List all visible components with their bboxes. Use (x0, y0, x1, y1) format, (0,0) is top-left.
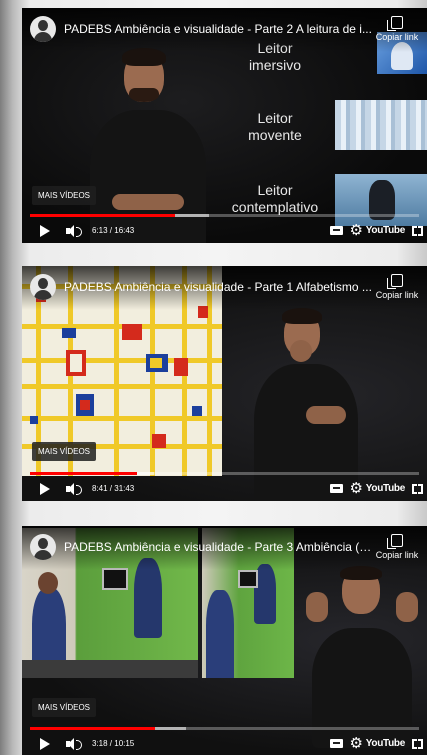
progress-bar[interactable] (30, 214, 419, 217)
copy-link-button[interactable]: Copiar link (371, 274, 423, 300)
channel-avatar[interactable] (30, 274, 56, 300)
fullscreen-icon[interactable] (412, 484, 423, 494)
video-title[interactable]: PADEBS Ambiência e visualidade - Parte 2… (64, 22, 375, 36)
play-icon[interactable] (40, 483, 50, 495)
copy-link-label: Copiar link (375, 550, 419, 560)
video-player-2[interactable]: PADEBS Ambiência e visualidade - Parte 1… (22, 266, 427, 501)
played-bar (30, 214, 175, 217)
copy-link-button[interactable]: Copiar link (371, 534, 423, 560)
fullscreen-icon[interactable] (412, 739, 423, 749)
settings-gear-icon[interactable]: ⚙ (350, 223, 363, 238)
progress-bar[interactable] (30, 727, 419, 730)
play-icon[interactable] (40, 225, 50, 237)
video-player-1[interactable]: PADEBS Ambiência e visualidade - Parte 2… (22, 8, 427, 243)
copy-link-label: Copiar link (375, 290, 419, 300)
title-bar: PADEBS Ambiência e visualidade - Parte 1… (22, 266, 427, 310)
control-bar: 6:13 / 16:43 ⚙ YouTube (22, 219, 427, 243)
copy-link-button[interactable]: Copiar link (371, 16, 423, 42)
sign-language-interpreter (292, 566, 427, 748)
youtube-logo[interactable]: YouTube (366, 738, 406, 749)
label-leitor-movente: Leitor movente (248, 110, 302, 143)
subtitles-icon[interactable] (330, 739, 343, 748)
volume-icon[interactable] (66, 483, 82, 495)
settings-gear-icon[interactable]: ⚙ (350, 481, 363, 496)
time-display: 6:13 / 16:43 (92, 226, 135, 235)
youtube-logo[interactable]: YouTube (366, 225, 406, 236)
copy-link-label: Copiar link (375, 32, 419, 42)
channel-avatar[interactable] (30, 534, 56, 560)
video-title[interactable]: PADEBS Ambiência e visualidade - Parte 1… (64, 280, 375, 294)
video-player-3[interactable]: PADEBS Ambiência e visualidade - Parte 3… (22, 526, 427, 755)
more-videos-button[interactable]: MAIS VÍDEOS (32, 186, 97, 205)
volume-icon[interactable] (66, 738, 82, 750)
youtube-logo[interactable]: YouTube (366, 483, 406, 494)
copy-icon (387, 16, 403, 31)
progress-bar[interactable] (30, 472, 419, 475)
control-bar: 8:41 / 31:43 ⚙ YouTube (22, 477, 427, 501)
more-videos-button[interactable]: MAIS VÍDEOS (32, 698, 97, 717)
volume-icon[interactable] (66, 225, 82, 237)
time-display: 8:41 / 31:43 (92, 484, 135, 493)
control-bar: 3:18 / 10:15 ⚙ YouTube (22, 732, 427, 755)
subtitles-icon[interactable] (330, 484, 343, 493)
copy-icon (387, 534, 403, 549)
label-leitor-contemplativo: Leitor contemplativo (231, 182, 319, 215)
play-icon[interactable] (40, 738, 50, 750)
subtitles-icon[interactable] (330, 226, 343, 235)
settings-gear-icon[interactable]: ⚙ (350, 736, 363, 751)
video-title[interactable]: PADEBS Ambiência e visualidade - Parte 3… (64, 540, 375, 554)
moving-reader-image (335, 100, 427, 150)
copy-icon (387, 274, 403, 289)
played-bar (30, 727, 156, 730)
channel-avatar[interactable] (30, 16, 56, 42)
fullscreen-icon[interactable] (412, 226, 423, 236)
time-display: 3:18 / 10:15 (92, 739, 135, 748)
played-bar (30, 472, 137, 475)
title-bar: PADEBS Ambiência e visualidade - Parte 2… (22, 8, 427, 52)
title-bar: PADEBS Ambiência e visualidade - Parte 3… (22, 526, 427, 570)
more-videos-button[interactable]: MAIS VÍDEOS (32, 442, 97, 461)
